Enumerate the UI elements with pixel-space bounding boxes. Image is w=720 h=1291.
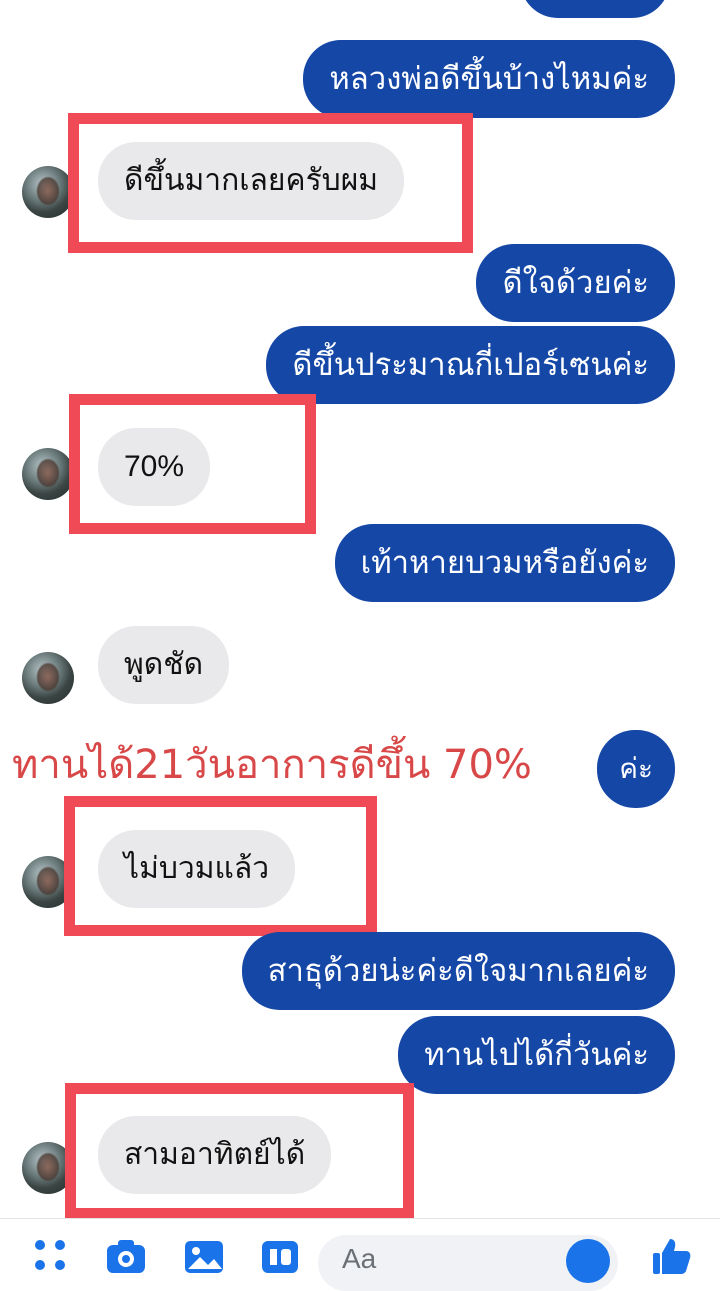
composer-toolbar: Aa [0, 1218, 720, 1291]
apps-icon[interactable] [30, 1235, 74, 1279]
gif-icon[interactable] [258, 1235, 302, 1279]
like-icon[interactable] [650, 1233, 694, 1277]
outgoing-message-bubble: เท้าหายบวมหรือยังค่ะ [334, 524, 675, 602]
outgoing-message-bubble: ดีขึ้นประมาณกี่เปอร์เซนค่ะ [266, 326, 675, 404]
overlay-caption: ทานได้21วันอาการดีขึ้น 70% [12, 742, 532, 788]
camera-icon[interactable] [104, 1235, 148, 1279]
highlight-box [65, 1083, 414, 1219]
outgoing-message-bubble: ค่ะ [597, 730, 675, 808]
highlight-box [68, 113, 473, 253]
contact-avatar [22, 652, 74, 704]
contact-avatar [22, 448, 74, 500]
outgoing-message-bubble: หลวงพ่อดีขึ้นบ้างไหมค่ะ [303, 40, 675, 118]
image-icon[interactable] [182, 1235, 226, 1279]
highlight-box [69, 394, 316, 534]
outgoing-message-bubble: ทานไปได้กี่วันค่ะ [398, 1016, 675, 1094]
highlight-box [64, 796, 377, 936]
outgoing-message-bubble-partial [520, 0, 670, 18]
emoji-icon[interactable] [566, 1239, 610, 1283]
outgoing-message-bubble: ดีใจด้วยค่ะ [476, 244, 675, 322]
outgoing-message-bubble: สาธุด้วยน่ะค่ะดีใจมากเลยค่ะ [241, 932, 675, 1010]
contact-avatar [22, 166, 74, 218]
incoming-message-bubble: พูดชัด [98, 626, 230, 704]
message-input-placeholder: Aa [342, 1243, 377, 1274]
